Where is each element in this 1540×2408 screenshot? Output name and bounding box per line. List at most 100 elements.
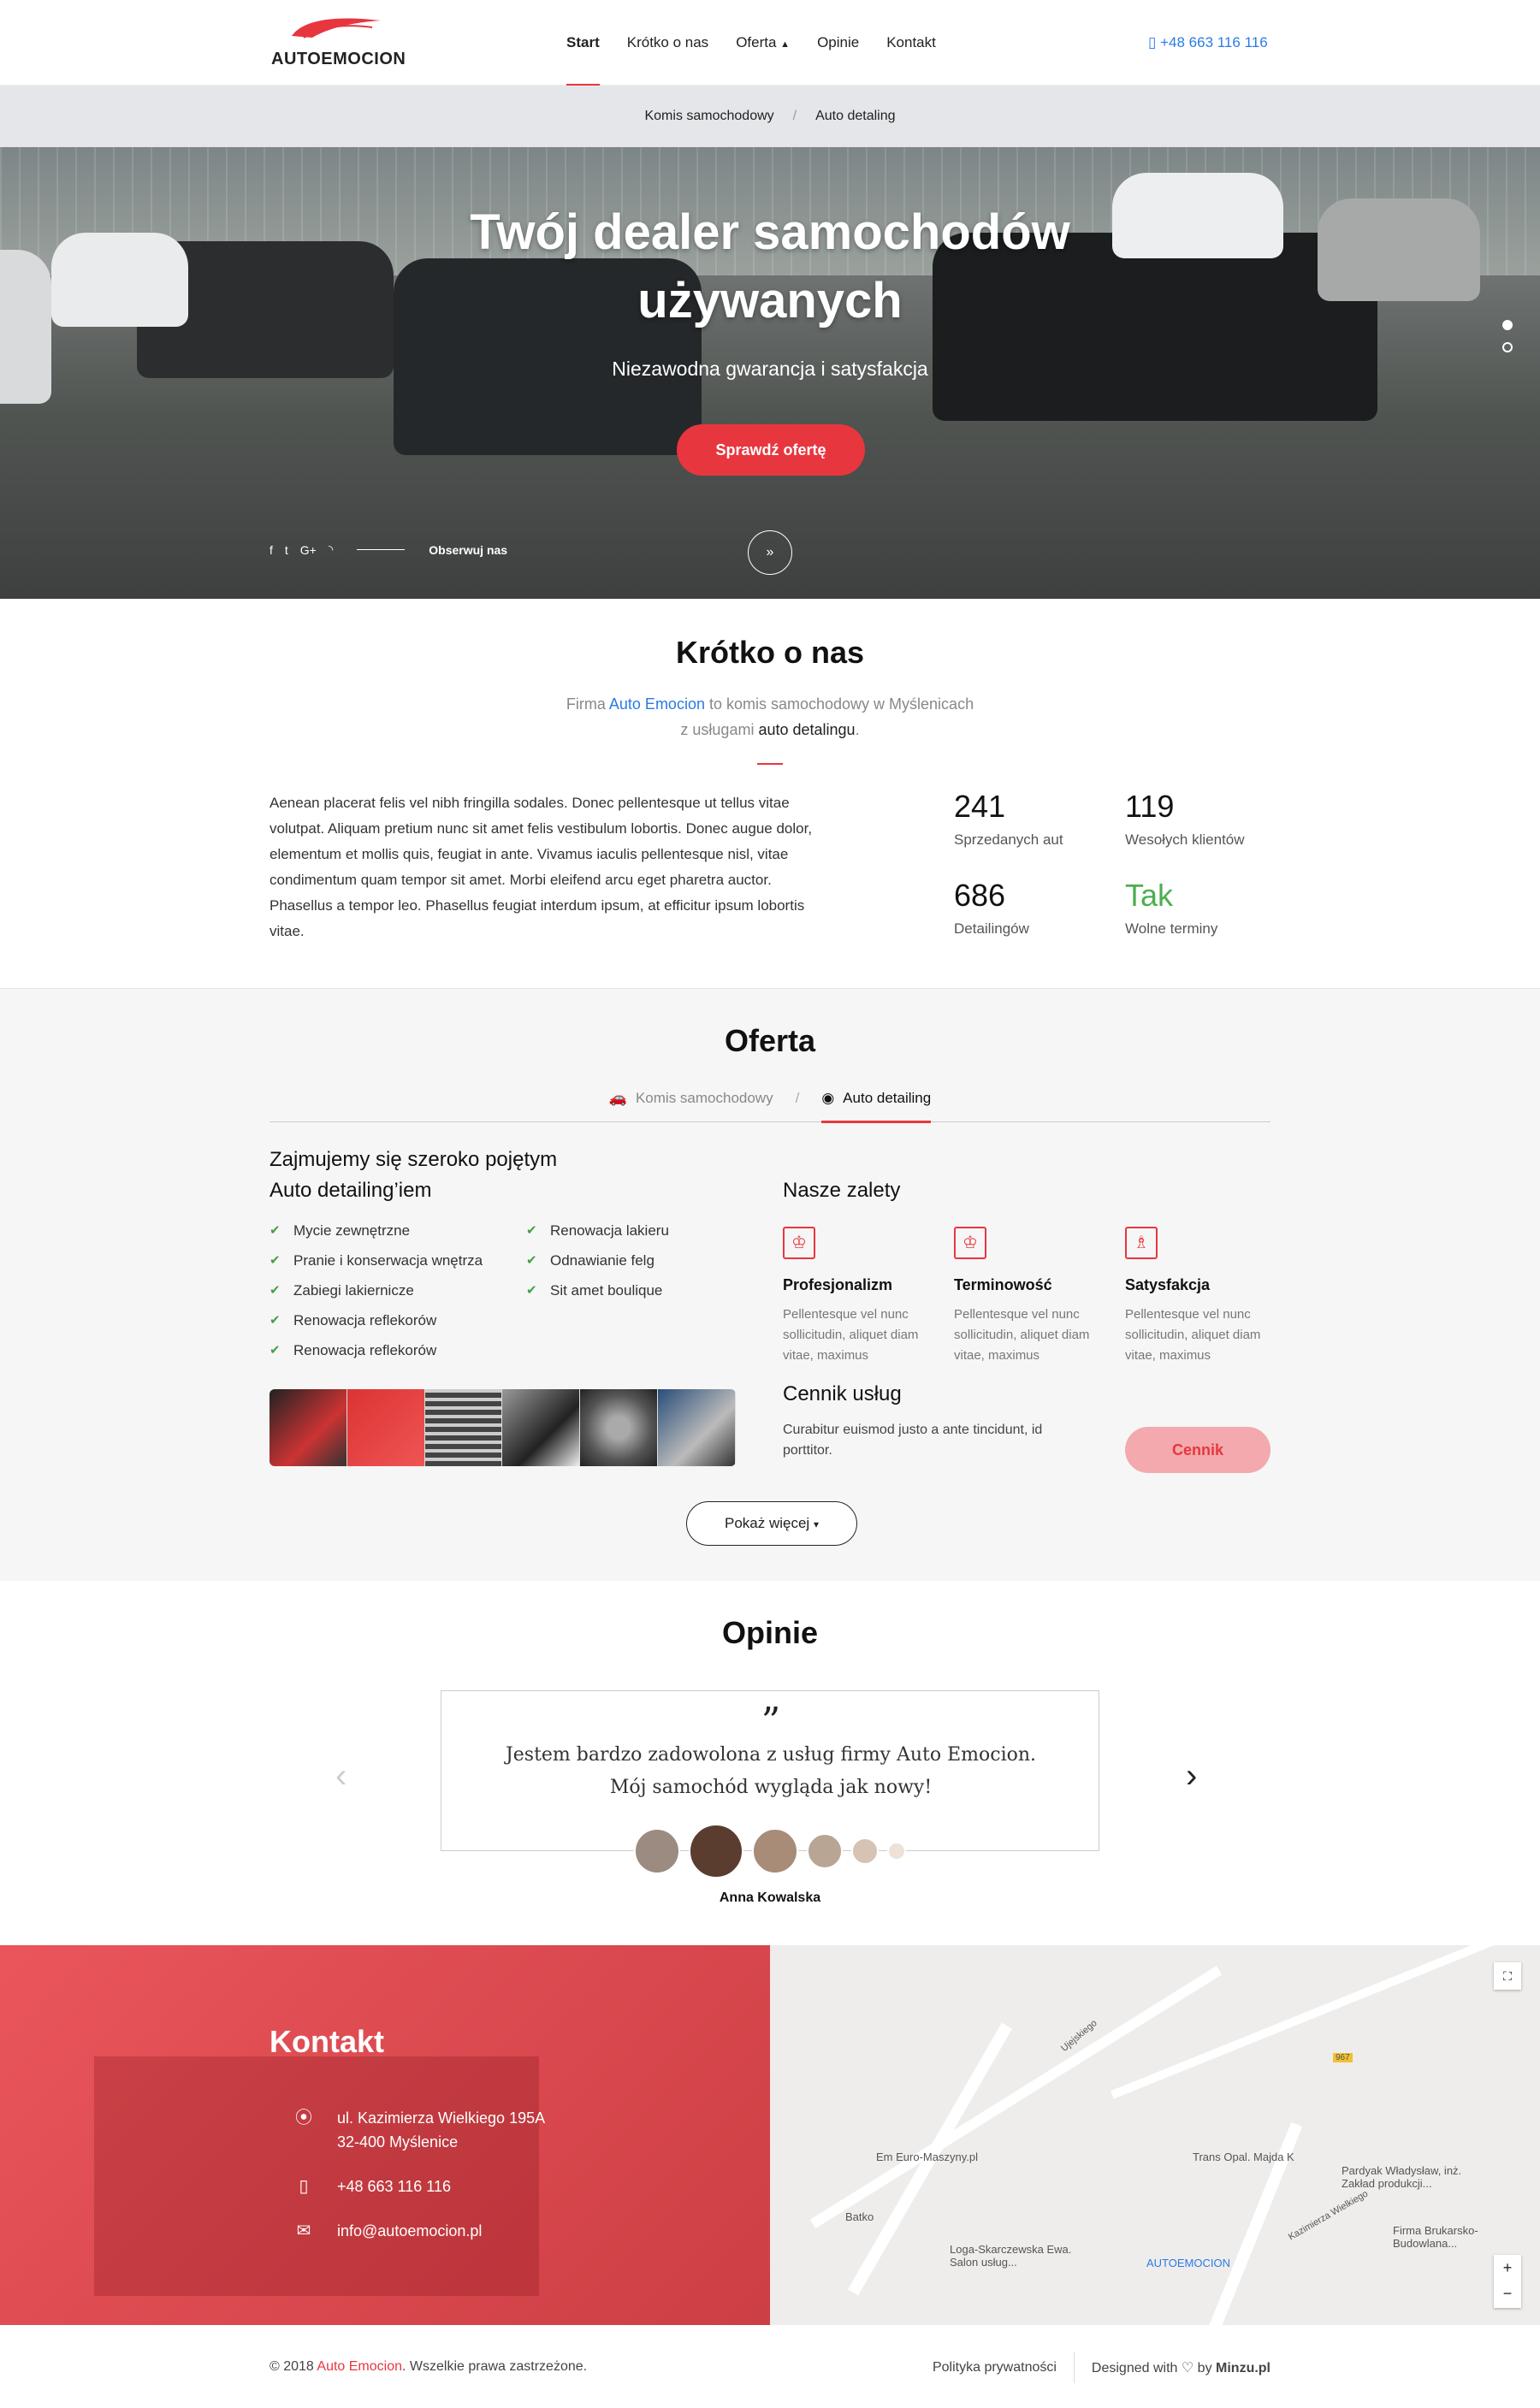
map-pin-icon: ⦿ — [295, 2109, 312, 2127]
list-item: Renowacja reflekorów — [270, 1311, 526, 1330]
stat-value: Tak — [1125, 878, 1174, 913]
nav-contact[interactable]: Kontakt — [886, 0, 936, 86]
contact-email[interactable]: ✉ info@autoemocion.pl — [291, 2219, 483, 2243]
hero-title: Twój dealer samochodów używanych — [0, 198, 1540, 335]
review-text: Jestem bardzo zadowolona z usług firmy A… — [441, 1739, 1100, 1804]
list-item: Zabiegi lakiernicze — [270, 1281, 526, 1300]
rss-icon[interactable]: ◝ — [329, 542, 333, 557]
about-section: Krótko o nas Firma Auto Emocion to komis… — [0, 599, 1540, 989]
avatar[interactable] — [887, 1842, 906, 1861]
google-plus-icon[interactable]: G+ — [300, 543, 317, 557]
avatar[interactable] — [752, 1828, 798, 1874]
reviewer-avatars — [0, 1824, 1540, 1878]
trophy-icon: ♔ — [783, 1227, 815, 1259]
slider-dot-2[interactable] — [1502, 342, 1513, 352]
google-map[interactable]: Em Euro-Maszyny.pl Batko Trans Opal. Maj… — [770, 1945, 1540, 2325]
nav-about[interactable]: Krótko o nas — [627, 0, 708, 86]
advantage-title: Profesjonalizm — [783, 1276, 893, 1293]
contact-address-text: ul. Kazimierza Wielkiego 195A 32-400 Myśl… — [337, 2106, 545, 2154]
crumb-dealer[interactable]: Komis samochodowy — [644, 109, 773, 124]
avatar[interactable] — [634, 1828, 680, 1874]
about-lead-text: z usługami — [680, 721, 759, 738]
trophy-icon: ♔ — [954, 1227, 986, 1259]
map-zoom-controls: + − — [1494, 2255, 1521, 2308]
nav-start[interactable]: Start — [566, 0, 600, 86]
tab-label: Komis samochodowy — [635, 1089, 773, 1106]
designed-label: Designed with — [1091, 2361, 1178, 2375]
gallery-strip — [270, 1389, 736, 1466]
map-zoom-in-button[interactable]: + — [1494, 2255, 1521, 2281]
address-line-1: ul. Kazimierza Wielkiego 195A — [337, 2109, 546, 2127]
facebook-icon[interactable]: f — [270, 543, 273, 557]
stat-label: Wesołych klientów — [1125, 831, 1245, 848]
map-road — [1111, 1945, 1511, 2099]
copyright-prefix: © 2018 — [270, 2359, 317, 2374]
offer-title: Oferta — [724, 1023, 816, 1058]
gallery-image[interactable] — [346, 1389, 425, 1466]
map-label: Trans Opal. Majda K — [1193, 2151, 1294, 2163]
list-item: Odnawianie felg — [526, 1251, 749, 1270]
footer-links: Polityka prywatności Designed with ♡ by … — [915, 2352, 1270, 2383]
chevron-up-icon: ▲ — [780, 39, 791, 50]
map-zoom-out-button[interactable]: − — [1494, 2281, 1521, 2306]
hero-slider: Twój dealer samochodów używanych Niezawod… — [0, 147, 1540, 599]
contact-phone-number: +48 663 116 116 — [337, 2178, 451, 2195]
crumb-detailing[interactable]: Auto detaling — [815, 109, 895, 124]
gallery-image[interactable] — [658, 1389, 736, 1466]
nav-reviews[interactable]: Opinie — [817, 0, 859, 86]
header-phone[interactable]: ▯ +48 663 116 116 — [1148, 0, 1268, 86]
twitter-icon[interactable]: t — [285, 543, 288, 557]
stat-free-slots: Tak Wolne terminy — [1125, 878, 1296, 938]
designer-link[interactable]: Minzu.pl — [1216, 2361, 1270, 2375]
advantage-title: Terminowość — [954, 1276, 1052, 1293]
logo[interactable]: AUTOEMOCION — [270, 12, 415, 70]
phone-icon: ▯ — [1148, 34, 1157, 50]
hero-cta-button[interactable]: Sprawdź ofertę — [677, 424, 865, 476]
tab-auto-detailing[interactable]: ◉ Auto detailing — [821, 1074, 931, 1123]
list-item: Renowacja lakieru — [526, 1222, 749, 1240]
logo-text: AUTOEMOCION — [271, 50, 406, 68]
car-icon: 🚗 — [608, 1089, 627, 1106]
avatar[interactable] — [689, 1824, 743, 1878]
reviews-prev-arrow[interactable]: ‹ — [335, 1757, 346, 1796]
stat-label: Sprzedanych aut — [954, 831, 1063, 848]
slider-dot-1[interactable] — [1502, 320, 1513, 330]
gallery-image[interactable] — [270, 1389, 347, 1466]
reviews-next-arrow[interactable]: › — [1186, 1757, 1197, 1796]
gallery-image[interactable] — [502, 1389, 581, 1466]
chevron-down-icon: ▾ — [813, 1518, 819, 1530]
show-more-button[interactable]: Pokaż więcej ▾ — [686, 1501, 857, 1546]
avatar[interactable] — [851, 1837, 879, 1865]
about-lead-company-link[interactable]: Auto Emocion — [609, 695, 705, 713]
tab-car-dealer[interactable]: 🚗 Komis samochodowy — [609, 1074, 773, 1122]
privacy-policy-link[interactable]: Polityka prywatności — [915, 2353, 1074, 2382]
advantages-title: Nasze zalety — [783, 1179, 901, 1202]
social-links: f t G+ ◝ Obserwuj nas — [270, 542, 507, 557]
logo-car-icon — [292, 18, 381, 38]
map-fullscreen-button[interactable]: ⛶ — [1494, 1962, 1521, 1990]
map-label: 967 — [1333, 2053, 1353, 2062]
advantage-professionalism: ♔ Profesjonalizm Pellentesque vel nunc sol… — [783, 1227, 937, 1366]
tab-separator: / — [795, 1089, 800, 1106]
by-label: by — [1194, 2361, 1217, 2375]
list-item: Pranie i konserwacja wnętrza — [270, 1251, 526, 1270]
copyright-company-link[interactable]: Auto Emocion — [317, 2359, 402, 2374]
stat-detailings: 686 Detailingów — [954, 878, 1125, 938]
header-phone-number: +48 663 116 116 — [1160, 34, 1268, 50]
nav-offer[interactable]: Oferta ▲ — [736, 0, 790, 86]
gallery-image[interactable] — [580, 1389, 659, 1466]
price-button[interactable]: Cennik — [1125, 1427, 1270, 1473]
advantage-desc: Pellentesque vel nunc sollicitudin, aliq… — [783, 1307, 919, 1363]
stat-label: Wolne terminy — [1125, 920, 1218, 937]
hero-title-line-1: Twój dealer samochodów — [470, 204, 1070, 260]
avatar[interactable] — [807, 1833, 843, 1869]
gallery-image[interactable] — [424, 1389, 503, 1466]
slider-dots — [1502, 320, 1513, 364]
price-desc: Curabitur euismod justo a ante tincidunt… — [783, 1423, 1043, 1458]
envelope-icon: ✉ — [296, 2222, 311, 2240]
show-more-label: Pokaż więcej — [725, 1515, 810, 1531]
advantage-desc: Pellentesque vel nunc sollicitudin, aliq… — [1125, 1307, 1261, 1363]
scroll-down-button[interactable]: » — [748, 530, 792, 575]
top-navbar: AUTOEMOCION Start Krótko o nas Oferta ▲ … — [0, 0, 1540, 86]
contact-phone[interactable]: ▯ +48 663 116 116 — [291, 2174, 451, 2198]
